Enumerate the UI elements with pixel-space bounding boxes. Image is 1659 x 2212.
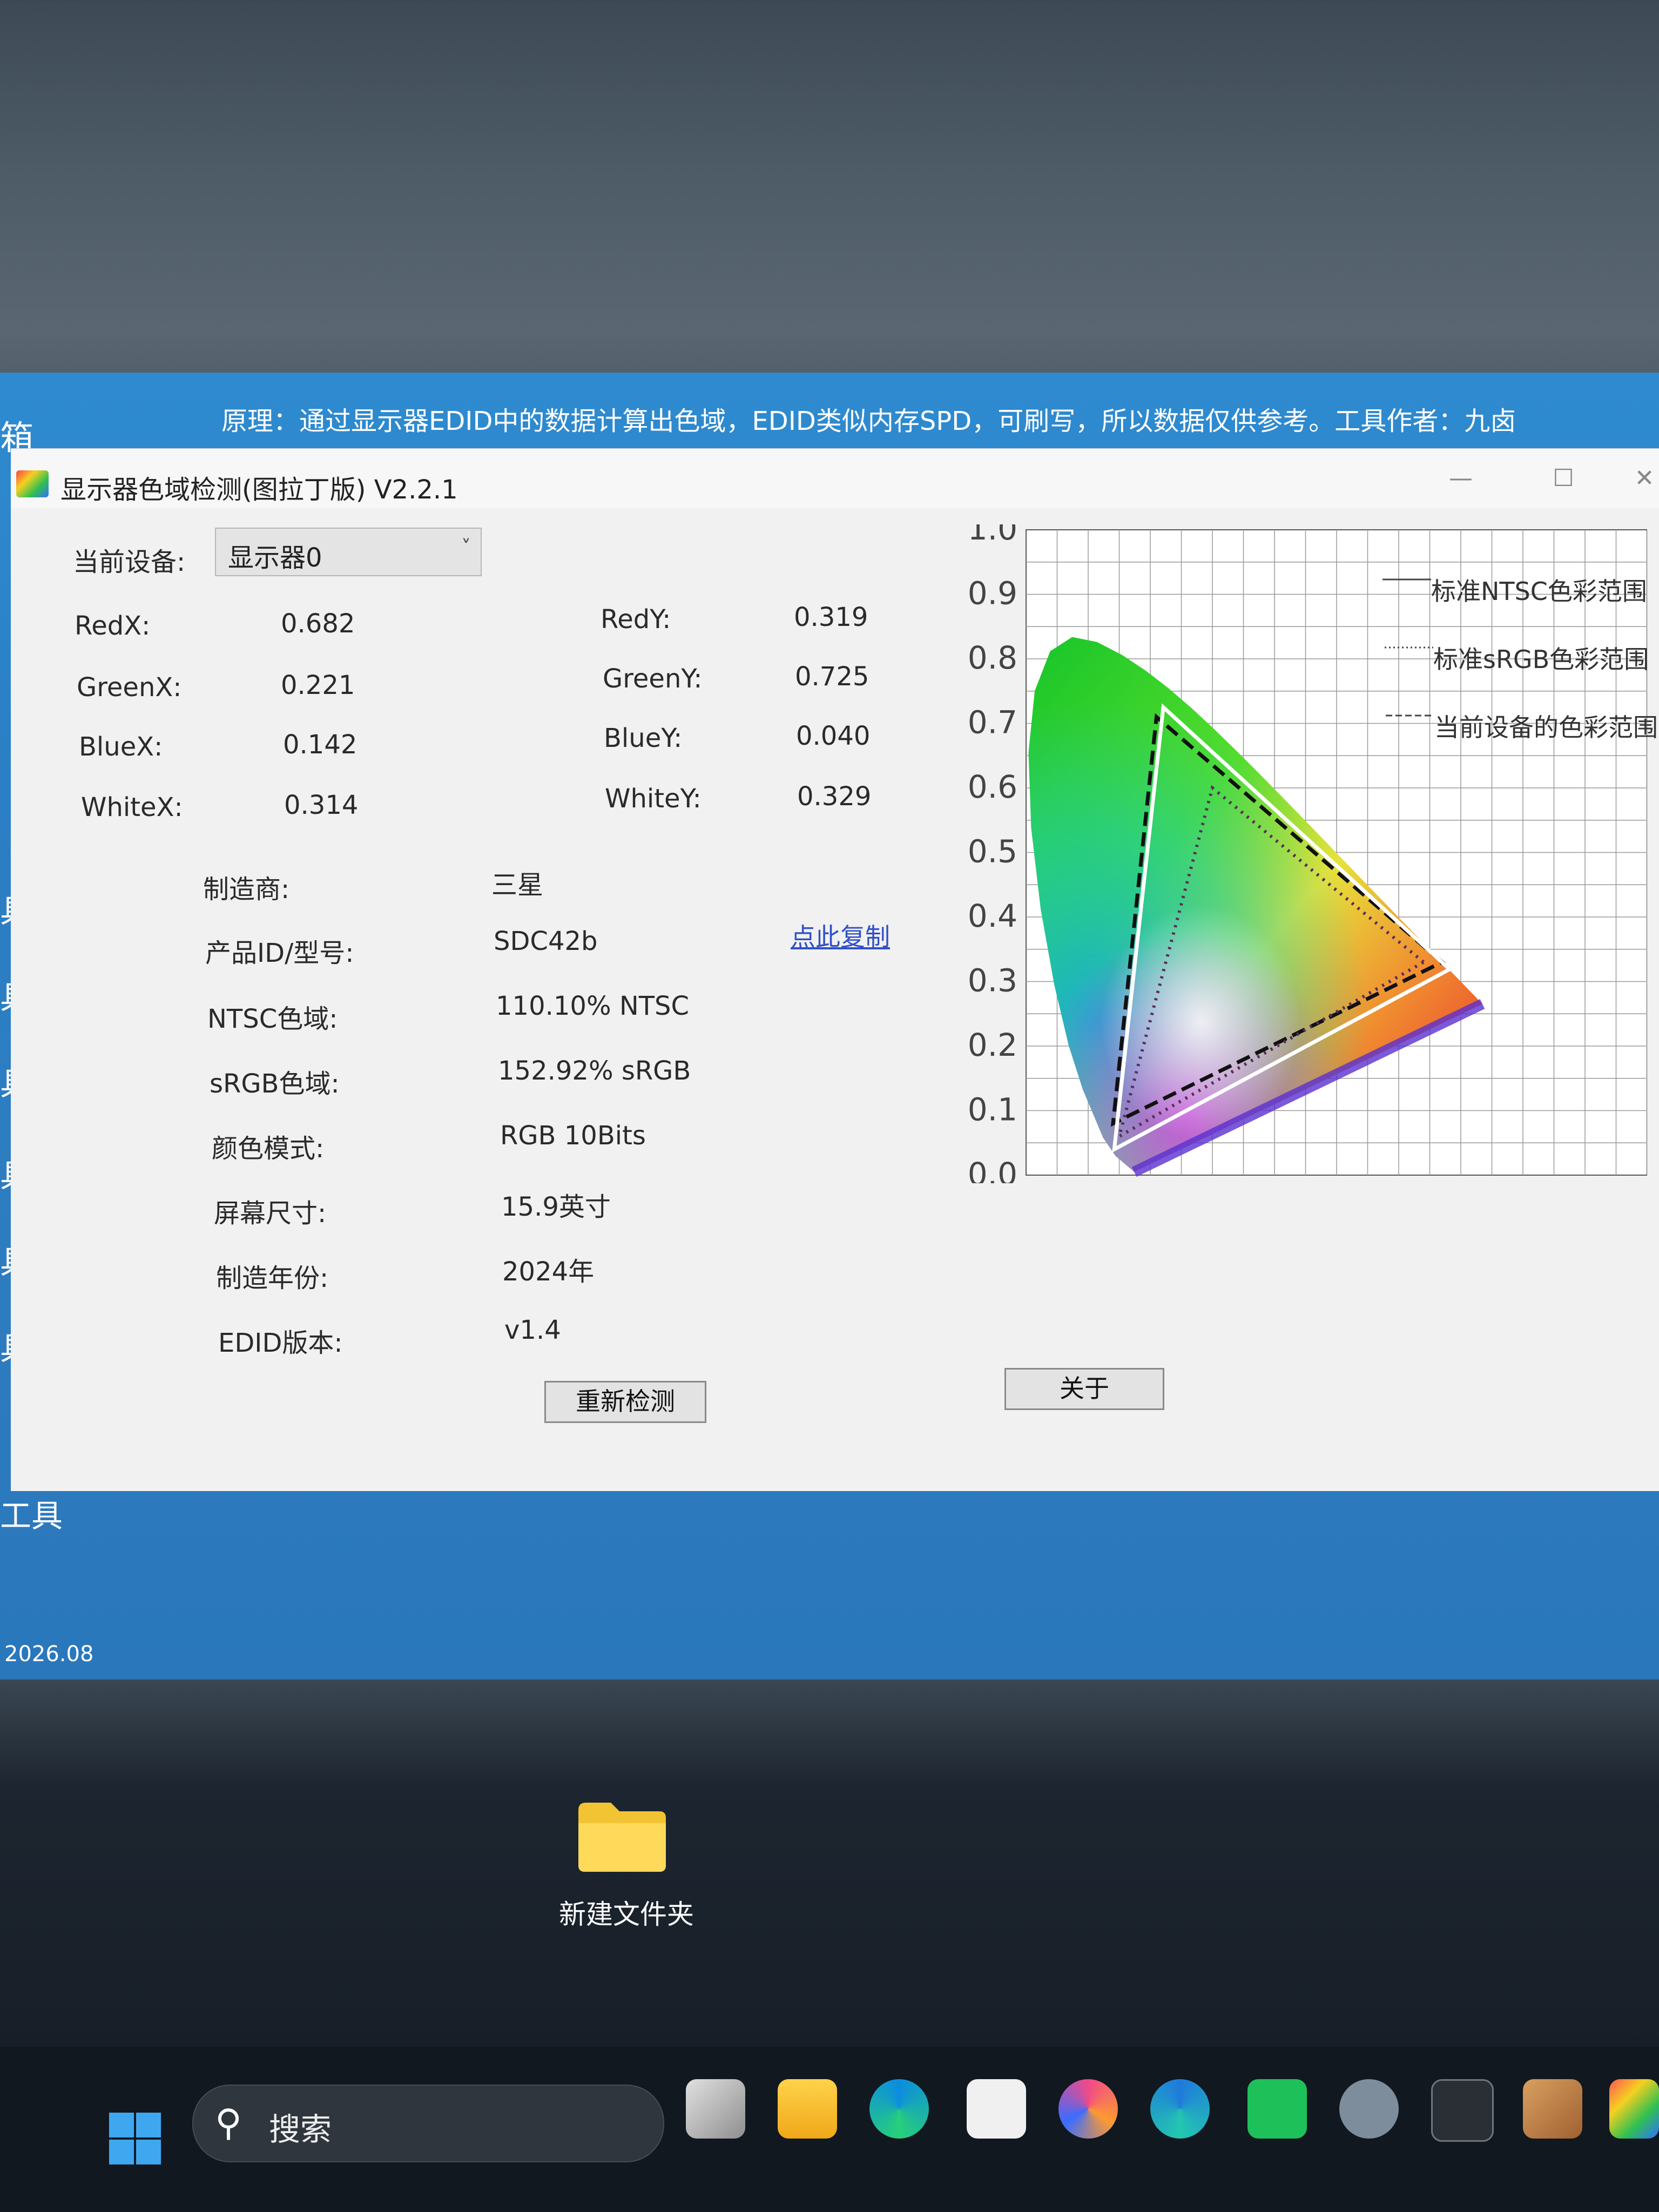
search-box[interactable]: ⚲ 搜索 xyxy=(192,2085,664,2162)
settings-icon[interactable] xyxy=(1339,2079,1399,2139)
y-tick-label: 1.0 xyxy=(968,524,1017,547)
white-x-value: 0.314 xyxy=(284,790,359,820)
copilot-icon[interactable] xyxy=(1058,2079,1118,2139)
year-value: 2024年 xyxy=(502,1257,595,1287)
y-tick-label: 0.6 xyxy=(968,768,1017,805)
green-y-value: 0.725 xyxy=(795,662,869,692)
edge-ai-icon[interactable] xyxy=(1150,2079,1210,2139)
window-title: 显示器色域检测(图拉丁版) V2.2.1 xyxy=(60,475,458,505)
size-value: 15.9英寸 xyxy=(501,1192,611,1222)
wechat-icon[interactable] xyxy=(1247,2079,1307,2139)
windows-start-icon[interactable] xyxy=(108,2112,162,2166)
green-x-value: 0.221 xyxy=(281,670,355,700)
edge-icon[interactable] xyxy=(869,2079,929,2139)
app-window: 显示器色域检测(图拉丁版) V2.2.1 — ☐ ✕ 当前设备: 显示器0 ˅ … xyxy=(11,448,1659,1491)
white-x-label: WhiteX: xyxy=(81,792,183,822)
chevron-down-icon: ˅ xyxy=(461,536,471,558)
legend-device: 当前设备的色彩范围 xyxy=(1434,713,1658,742)
package-icon[interactable] xyxy=(1523,2079,1582,2139)
blue-y-label: BlueY: xyxy=(604,723,683,753)
y-tick-label: 0.4 xyxy=(968,898,1017,934)
mode-value: RGB 10Bits xyxy=(500,1121,646,1151)
blue-y-value: 0.040 xyxy=(796,721,871,751)
red-x-value: 0.682 xyxy=(281,609,355,639)
blue-x-label: BlueX: xyxy=(79,732,163,762)
year-label: 制造年份: xyxy=(216,1263,329,1293)
recheck-button[interactable]: 重新检测 xyxy=(544,1381,706,1423)
y-tick-label: 0.1 xyxy=(968,1091,1017,1128)
red-y-label: RedY: xyxy=(601,604,671,635)
desktop-date-label: 2026.08 xyxy=(4,1642,94,1667)
ntsc-label: NTSC色域: xyxy=(207,1004,338,1034)
green-y-label: GreenY: xyxy=(603,664,703,694)
maker-label: 制造商: xyxy=(203,874,290,905)
size-label: 屏幕尺寸: xyxy=(214,1198,327,1229)
white-y-label: WhiteY: xyxy=(605,784,702,814)
white-y-value: 0.329 xyxy=(797,781,872,812)
copy-link[interactable]: 点此复制 xyxy=(791,918,890,953)
device-select-value: 显示器0 xyxy=(228,543,322,573)
green-x-label: GreenX: xyxy=(77,672,182,703)
close-button[interactable]: ✕ xyxy=(1626,460,1659,497)
y-tick-label: 0.0 xyxy=(968,1156,1017,1183)
red-x-label: RedX: xyxy=(75,611,151,641)
monitor-app-icon[interactable] xyxy=(1609,2079,1659,2139)
y-tick-label: 0.2 xyxy=(968,1027,1017,1063)
y-tick-label: 0.7 xyxy=(968,704,1017,741)
search-icon: ⚲ xyxy=(215,2102,242,2144)
y-tick-label: 0.5 xyxy=(968,833,1017,870)
edid-value: v1.4 xyxy=(504,1315,561,1345)
y-axis-ticks: 0.0 0.1 0.2 0.3 0.4 0.5 0.6 0.7 0.8 0.9 1.0 xyxy=(968,524,1017,1183)
y-tick-label: 0.9 xyxy=(968,575,1017,612)
blue-x-value: 0.142 xyxy=(283,730,358,760)
edid-label: EDID版本: xyxy=(218,1328,343,1358)
y-tick-label: 0.8 xyxy=(968,639,1017,676)
desktop-info-line: 原理：通过显示器EDID中的数据计算出色域，EDID类似内存SPD，可刷写，所以… xyxy=(221,406,1516,436)
chromaticity-chart: 0.0 0.1 0.2 0.3 0.4 0.5 0.6 0.7 0.8 0.9 1.0 0.0 0.1… xyxy=(968,524,1647,1183)
device-label: 当前设备: xyxy=(73,547,186,577)
file-explorer-icon[interactable] xyxy=(778,2079,837,2139)
terminal-icon[interactable] xyxy=(1431,2079,1494,2142)
maker-value: 三星 xyxy=(491,870,544,900)
maximize-button[interactable]: ☐ xyxy=(1545,460,1582,497)
device-select[interactable]: 显示器0 ˅ xyxy=(215,528,482,576)
title-bar[interactable]: 显示器色域检测(图拉丁版) V2.2.1 — ☐ ✕ xyxy=(11,449,1659,508)
minimize-button[interactable]: — xyxy=(1442,460,1480,497)
legend-srgb: 标准sRGB色彩范围 xyxy=(1433,645,1649,674)
srgb-label: sRGB色域: xyxy=(210,1069,340,1099)
red-y-value: 0.319 xyxy=(794,602,868,632)
store-icon[interactable] xyxy=(967,2079,1026,2139)
search-placeholder: 搜索 xyxy=(269,2111,332,2148)
folder-label[interactable]: 新建文件夹 xyxy=(559,1893,694,1932)
desktop-side-label[interactable]: 工具 xyxy=(0,1491,63,1536)
folder-icon[interactable] xyxy=(575,1798,668,1874)
app-icon xyxy=(16,470,49,497)
product-label: 产品ID/型号: xyxy=(205,938,354,968)
mode-label: 颜色模式: xyxy=(212,1134,325,1164)
y-tick-label: 0.3 xyxy=(968,962,1017,999)
task-view-icon[interactable] xyxy=(686,2079,745,2139)
product-value: SDC42b xyxy=(494,926,598,956)
legend-ntsc: 标准NTSC色彩范围 xyxy=(1431,577,1647,606)
ntsc-value: 110.10% NTSC xyxy=(496,991,690,1021)
about-button[interactable]: 关于 xyxy=(1004,1368,1164,1410)
srgb-value: 152.92% sRGB xyxy=(498,1056,691,1086)
